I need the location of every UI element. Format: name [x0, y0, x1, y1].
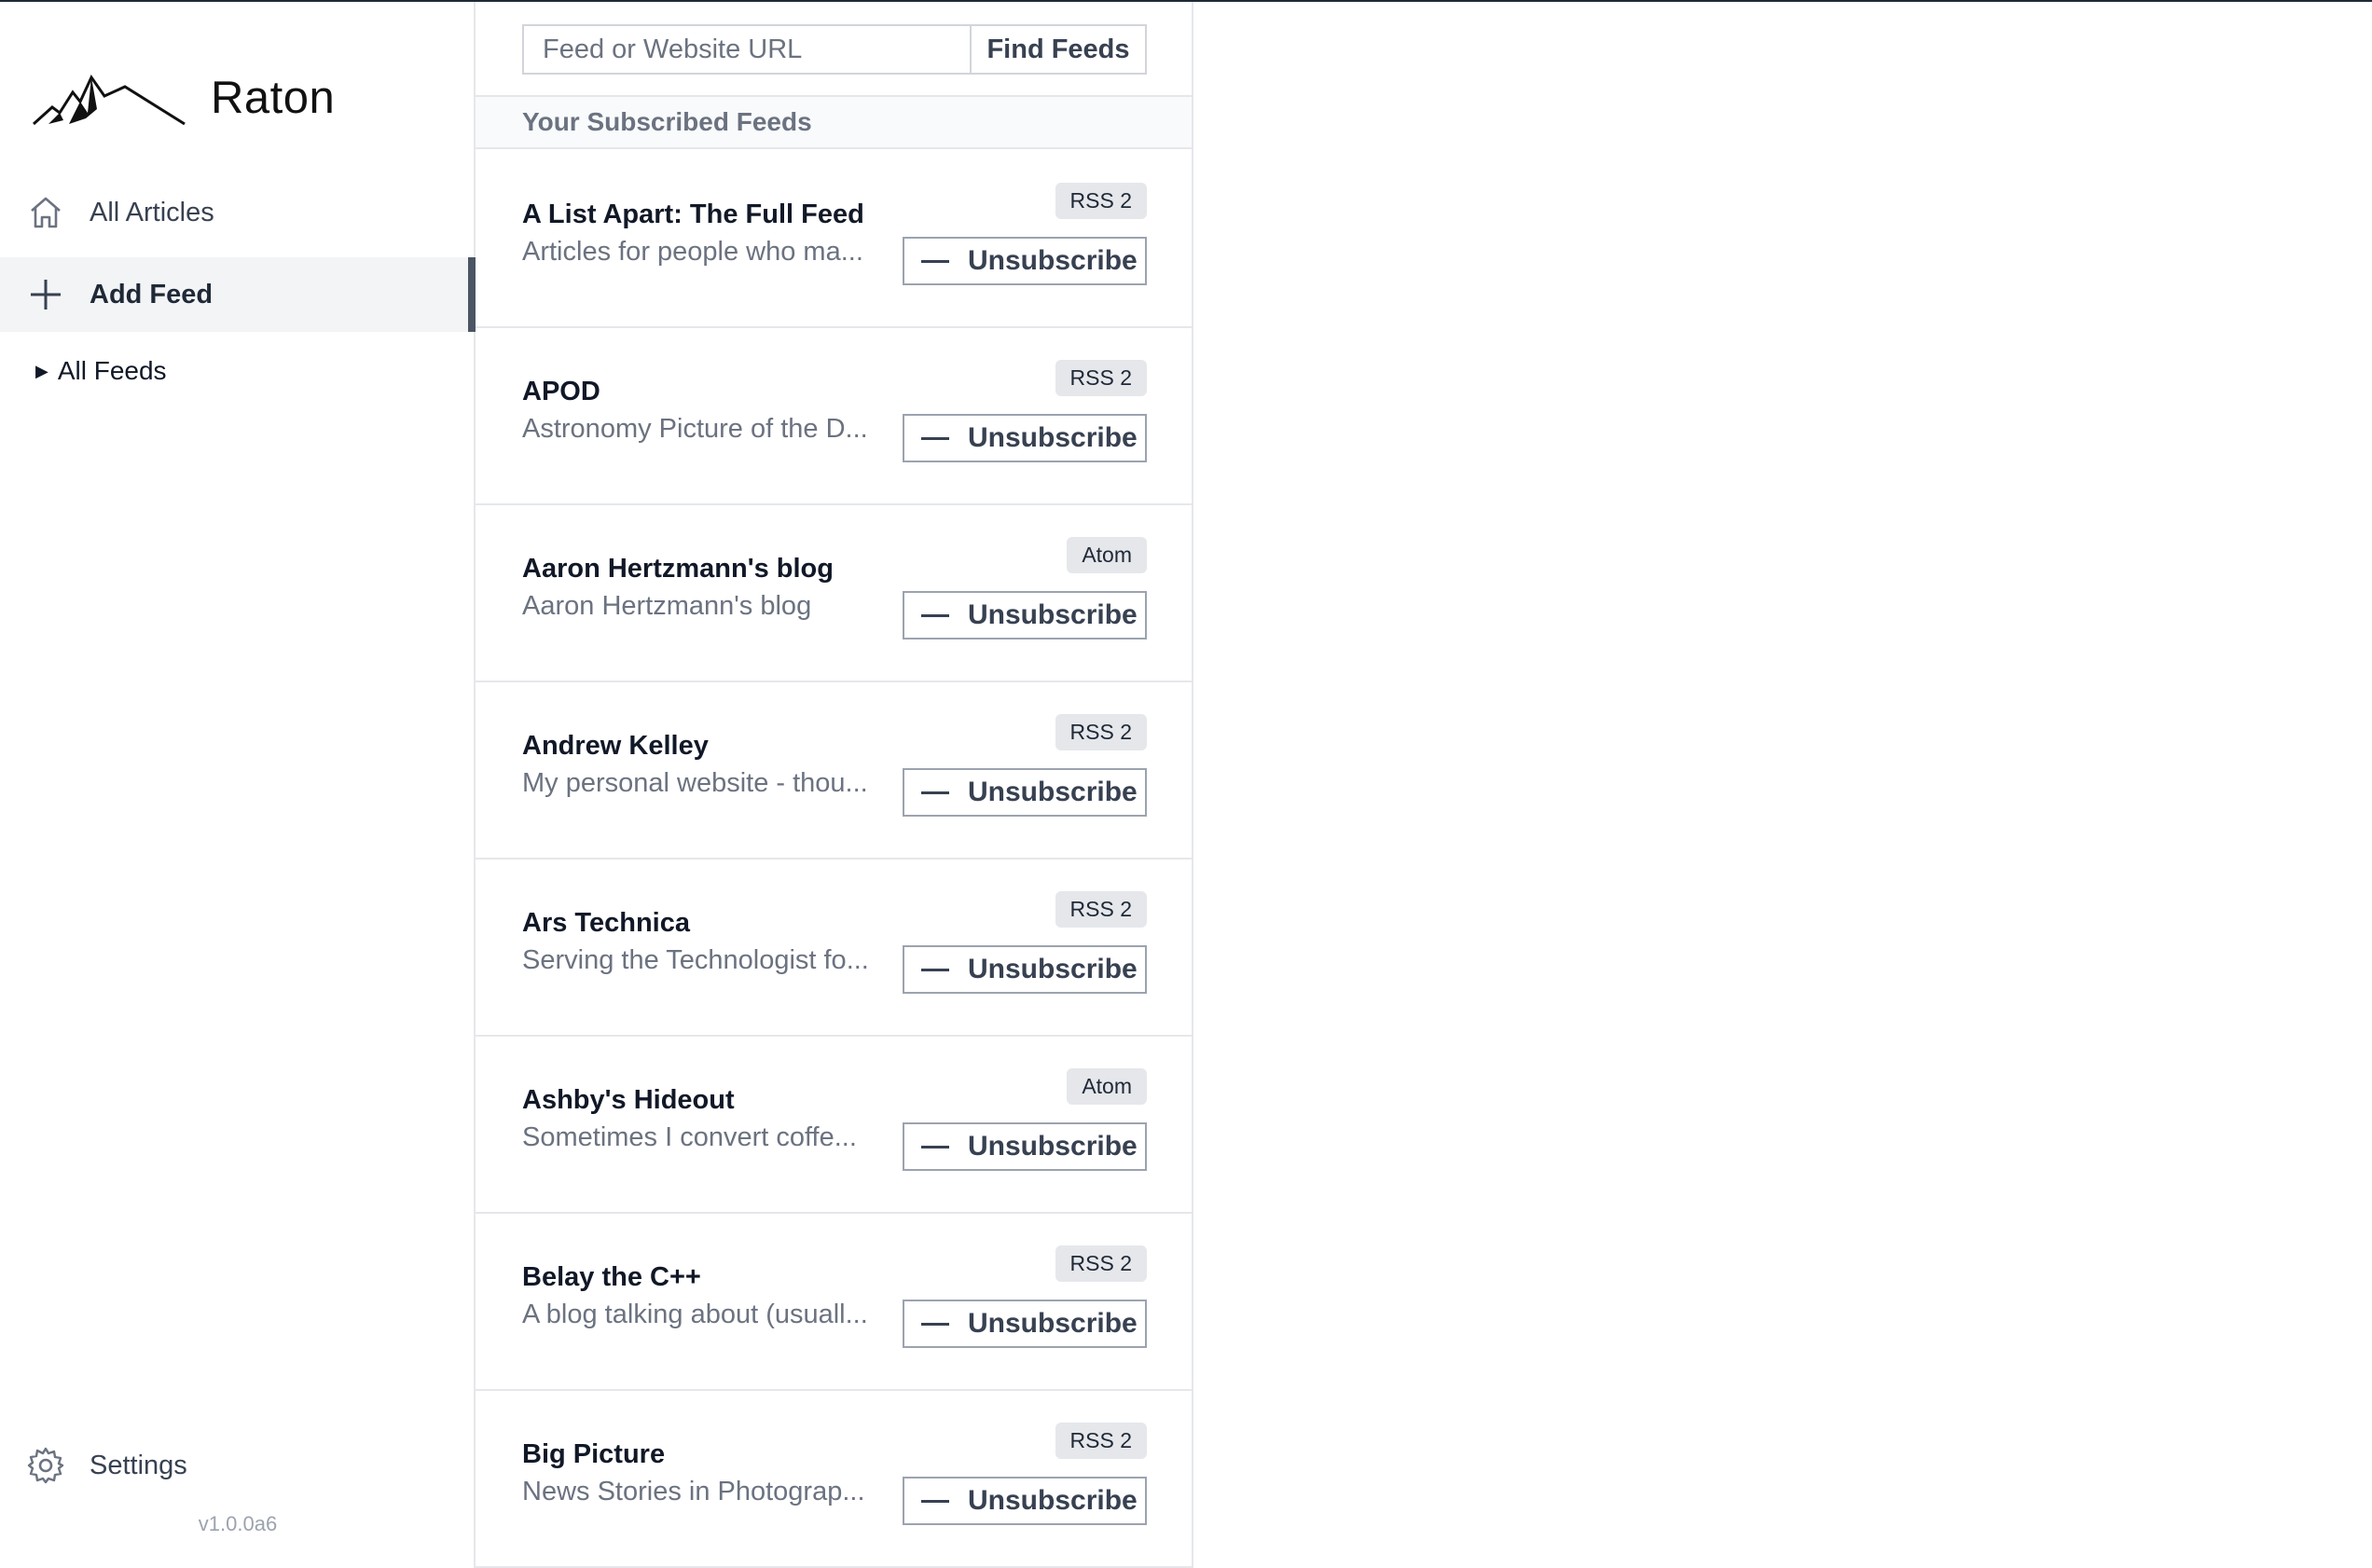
home-icon [24, 191, 67, 234]
feed-type-badge: RSS 2 [1055, 1245, 1147, 1282]
app-version: v1.0.0a6 [198, 1512, 278, 1535]
brand[interactable]: Raton [32, 56, 335, 140]
feed-row[interactable]: Big Picture News Stories in Photograp... R… [476, 1391, 1192, 1568]
feed-row[interactable]: A List Apart: The Full Feed Articles for … [476, 151, 1192, 328]
feed-description: Articles for people who ma... [522, 237, 863, 267]
find-feeds-button[interactable]: Find Feeds [970, 24, 1147, 75]
unsubscribe-label: Unsubscribe [968, 777, 1138, 807]
feed-title: Ashby's Hideout [522, 1085, 735, 1115]
minus-icon [921, 436, 949, 440]
feed-description: Sometimes I convert coffe... [522, 1122, 857, 1152]
feed-type-badge: Atom [1067, 1068, 1147, 1105]
unsubscribe-button[interactable]: Unsubscribe [903, 1122, 1147, 1171]
gear-icon [24, 1444, 67, 1487]
feed-title: Ars Technica [522, 908, 690, 938]
minus-icon [921, 1322, 949, 1326]
feed-description: My personal website - thou... [522, 768, 868, 798]
minus-icon [921, 259, 949, 263]
feed-row[interactable]: Aaron Hertzmann's blog Aaron Hertzmann's … [476, 505, 1192, 682]
unsubscribe-button[interactable]: Unsubscribe [903, 768, 1147, 817]
nav-add-feed-label: Add Feed [90, 279, 214, 309]
feed-type-badge: Atom [1067, 537, 1147, 573]
minus-icon [921, 1145, 949, 1148]
unsubscribe-button[interactable]: Unsubscribe [903, 1300, 1147, 1348]
feed-type-badge: RSS 2 [1055, 183, 1147, 219]
mountain-logo-icon [32, 75, 186, 126]
feed-search-form: Find Feeds [522, 24, 1192, 75]
feed-type-badge: RSS 2 [1055, 360, 1147, 396]
unsubscribe-button[interactable]: Unsubscribe [903, 414, 1147, 462]
feed-type-badge: RSS 2 [1055, 891, 1147, 928]
minus-icon [921, 1499, 949, 1503]
feed-row[interactable]: Ashby's Hideout Sometimes I convert coffe… [476, 1037, 1192, 1214]
minus-icon [921, 791, 949, 794]
nav-all-articles[interactable]: All Articles [0, 175, 476, 250]
nav-settings[interactable]: Settings [0, 1428, 476, 1503]
feed-title: Andrew Kelley [522, 731, 709, 761]
feed-description: Astronomy Picture of the D... [522, 414, 868, 444]
subscribed-feeds-header: Your Subscribed Feeds [476, 95, 1192, 149]
feed-title: Aaron Hertzmann's blog [522, 554, 834, 584]
app-name: Raton [211, 73, 336, 123]
feed-title: APOD [522, 377, 600, 406]
nav-settings-label: Settings [90, 1450, 187, 1480]
feed-description: Serving the Technologist fo... [522, 945, 869, 975]
unsubscribe-label: Unsubscribe [968, 245, 1138, 276]
feed-title: Big Picture [522, 1439, 666, 1469]
feed-row[interactable]: Belay the C++ A blog talking about (usual… [476, 1214, 1192, 1391]
feed-description: Aaron Hertzmann's blog [522, 591, 812, 621]
minus-icon [921, 613, 949, 617]
unsubscribe-button[interactable]: Unsubscribe [903, 945, 1147, 994]
unsubscribe-label: Unsubscribe [968, 954, 1138, 984]
nav-all-articles-label: All Articles [90, 197, 214, 227]
nav-add-feed[interactable]: Add Feed [0, 257, 476, 332]
unsubscribe-button[interactable]: Unsubscribe [903, 591, 1147, 640]
unsubscribe-label: Unsubscribe [968, 1485, 1138, 1516]
unsubscribe-button[interactable]: Unsubscribe [903, 1477, 1147, 1525]
all-feeds-toggle[interactable]: ▶ All Feeds [35, 356, 167, 386]
unsubscribe-label: Unsubscribe [968, 1308, 1138, 1339]
add-feed-panel: Find Feeds Your Subscribed Feeds A List … [476, 2, 1193, 1568]
minus-icon [921, 968, 949, 971]
plus-icon [24, 273, 67, 316]
all-feeds-label: All Feeds [57, 356, 167, 385]
expand-triangle-icon: ▶ [35, 361, 48, 380]
feed-url-input[interactable] [522, 24, 970, 75]
unsubscribe-label: Unsubscribe [968, 1131, 1138, 1162]
unsubscribe-label: Unsubscribe [968, 599, 1138, 630]
feed-type-badge: RSS 2 [1055, 1423, 1147, 1459]
unsubscribe-label: Unsubscribe [968, 422, 1138, 453]
feed-title: A List Apart: The Full Feed [522, 199, 864, 229]
feed-type-badge: RSS 2 [1055, 714, 1147, 750]
feed-description: News Stories in Photograp... [522, 1477, 865, 1506]
feed-row[interactable]: Andrew Kelley My personal website - thou.… [476, 682, 1192, 860]
subscribed-feeds-list: A List Apart: The Full Feed Articles for … [476, 151, 1192, 1568]
feed-row[interactable]: Ars Technica Serving the Technologist fo.… [476, 860, 1192, 1037]
sidebar: Raton All Articles Add Feed ▶ All Feeds … [0, 2, 476, 1568]
feed-row[interactable]: APOD Astronomy Picture of the D... RSS 2 Un… [476, 328, 1192, 505]
feed-description: A blog talking about (usuall... [522, 1300, 868, 1329]
feed-title: Belay the C++ [522, 1262, 701, 1292]
unsubscribe-button[interactable]: Unsubscribe [903, 237, 1147, 285]
